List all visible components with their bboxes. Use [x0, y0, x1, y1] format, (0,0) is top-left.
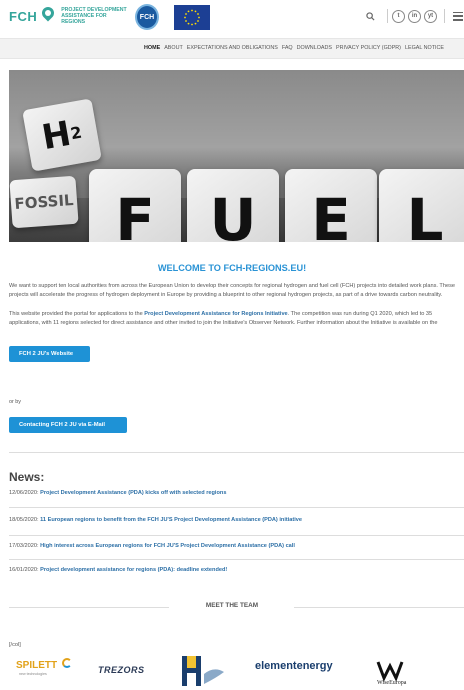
hamburger-menu-icon[interactable]: [453, 11, 463, 21]
team-line-right: [294, 607, 464, 608]
or-by-text: or by: [9, 399, 21, 405]
spilett-tagline: new technologies: [19, 672, 47, 676]
news-date: 12/06/2020:: [9, 490, 39, 496]
portal-text-a: This website provided the portal for app…: [9, 311, 145, 317]
element-energy-logo[interactable]: elementenergy: [255, 660, 333, 672]
location-pin-icon: [39, 4, 57, 25]
news-title-link[interactable]: High interest across European regions fo…: [40, 543, 295, 549]
team-line-left: [9, 607, 169, 608]
news-item[interactable]: 17/03/2020: High interest across Europea…: [9, 543, 461, 549]
news-item[interactable]: 16/01/2020: Project development assistan…: [9, 567, 461, 573]
intro-paragraph: We want to support ten local authorities…: [9, 283, 455, 299]
page-title: WELCOME TO FCH-REGIONS.EU!: [157, 263, 307, 273]
initiative-link[interactable]: Project Development Assistance for Regio…: [144, 311, 287, 317]
nav-legal[interactable]: LEGAL NOTICE: [405, 45, 444, 51]
news-title-link[interactable]: 11 European regions to benefit from the …: [40, 517, 302, 523]
fch-ju-logo-text: FCH: [139, 13, 155, 21]
main-nav: HOME ABOUT EXPECTATIONS AND OBLIGATIONS FAQ…: [0, 38, 464, 59]
header-tools: t in yt: [363, 9, 464, 23]
brand-subtitle: PROJECT DEVELOPMENT ASSISTANCE FOR REGIO…: [61, 7, 127, 25]
news-divider: [9, 507, 464, 508]
h2-subscript: 2: [68, 122, 84, 143]
spilett-arc-icon: [62, 658, 72, 668]
wiseeuropa-wordmark: WiseEuropa: [377, 680, 407, 686]
nav-expectations[interactable]: EXPECTATIONS AND OBLIGATIONS: [187, 45, 278, 51]
hero-die-fossil: FOSSIL: [9, 175, 79, 229]
youtube-icon[interactable]: yt: [424, 9, 437, 23]
fch-website-button[interactable]: FCH 2 JU's Website: [9, 346, 90, 362]
nav-privacy[interactable]: PRIVACY POLICY (GDPR): [336, 45, 401, 51]
hero-die-h2: H2: [22, 98, 102, 172]
linkedin-icon[interactable]: in: [408, 9, 421, 23]
fch-ju-logo[interactable]: FCH: [135, 4, 159, 30]
hero-die-e: E: [285, 169, 377, 242]
nav-about[interactable]: ABOUT: [164, 45, 183, 51]
twitter-icon[interactable]: t: [392, 9, 405, 23]
tools-divider-2: [444, 9, 445, 23]
news-heading: News:: [9, 470, 45, 484]
tools-divider: [387, 9, 388, 23]
nav-home[interactable]: HOME: [144, 45, 160, 51]
news-title-link[interactable]: Project Development Assistance (PDA) kic…: [40, 490, 226, 496]
hero-die-u: U: [187, 169, 279, 242]
partner-logos: SPILETT new technologies TREZORS element…: [0, 652, 464, 690]
search-icon[interactable]: [363, 9, 377, 23]
site-logo[interactable]: FCH PROJECT DEVELOPMENT ASSISTANCE FOR R…: [9, 4, 131, 25]
hero-die-f: F: [89, 169, 181, 242]
news-item[interactable]: 12/06/2020: Project Development Assistan…: [9, 490, 461, 496]
nav-faq[interactable]: FAQ: [282, 45, 293, 51]
news-divider: [9, 535, 464, 536]
news-title-link[interactable]: Project development assistance for regio…: [40, 567, 227, 573]
news-divider: [9, 559, 464, 560]
portal-paragraph: This website provided the portal for app…: [9, 310, 461, 328]
spilett-logo[interactable]: SPILETT: [16, 660, 57, 671]
header: FCH PROJECT DEVELOPMENT ASSISTANCE FOR R…: [0, 0, 464, 38]
news-date: 18/05/2020:: [9, 517, 39, 523]
brand-name: FCH: [9, 8, 38, 24]
section-divider: [9, 452, 464, 453]
news-date: 17/03/2020:: [9, 543, 39, 549]
h2-letter: H: [39, 113, 74, 159]
nav-downloads[interactable]: DOWNLOADS: [297, 45, 332, 51]
eu-flag-icon: [174, 5, 210, 30]
trezors-logo[interactable]: TREZORS: [98, 665, 145, 675]
hero-die-l: L: [379, 169, 464, 242]
contact-email-button[interactable]: Contacting FCH 2 JU via E-Mail: [9, 417, 127, 433]
meet-the-team-divider: MEET THE TEAM: [0, 602, 464, 612]
meet-the-team-label: MEET THE TEAM: [205, 602, 259, 609]
news-item[interactable]: 18/05/2020: 11 European regions to benef…: [9, 517, 461, 523]
hinicio-logo[interactable]: [180, 654, 226, 688]
col-shortcode-text: [/col]: [9, 642, 21, 648]
hero-image: H2 FOSSIL F U E L: [9, 70, 464, 242]
news-date: 16/01/2020:: [9, 567, 39, 573]
